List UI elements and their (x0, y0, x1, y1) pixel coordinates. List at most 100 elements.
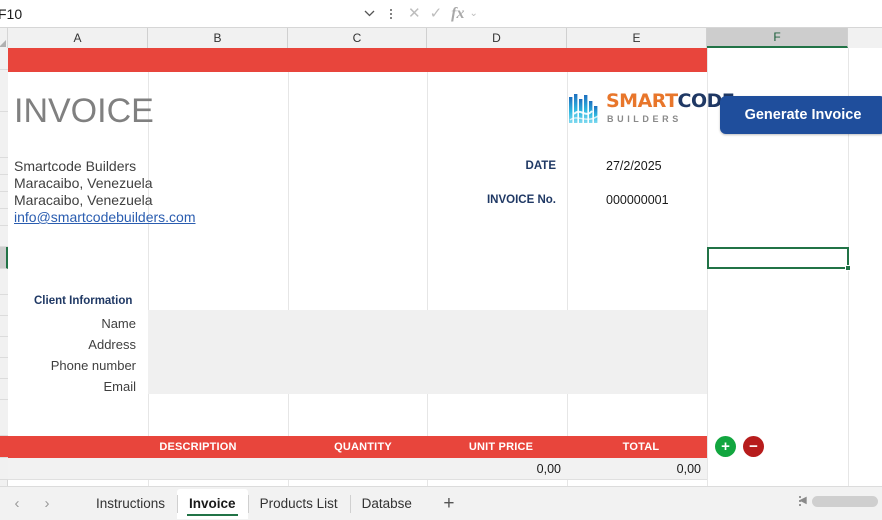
more-options-icon[interactable] (385, 4, 397, 23)
table-row[interactable]: 0,00 0,00 (8, 458, 707, 480)
column-header-total: TOTAL (622, 441, 660, 453)
active-tab-underline (187, 513, 238, 516)
function-icon[interactable]: fx (451, 5, 464, 22)
generate-invoice-button[interactable]: Generate Invoice (720, 96, 882, 134)
column-header-row: A B C D E F (0, 27, 882, 48)
invoice-number-label: INVOICE No. (486, 194, 556, 206)
client-address-label: Address (88, 337, 136, 352)
column-header-description: DESCRIPTION (159, 441, 237, 453)
column-label: A (73, 31, 82, 45)
row-header[interactable] (0, 316, 8, 337)
company-address-line-1: Maracaibo, Venezuela (14, 175, 153, 191)
column-label: C (352, 31, 362, 45)
column-label: E (632, 31, 641, 45)
column-header-c[interactable]: C (288, 28, 427, 48)
horizontal-scrollbar[interactable]: ◀ (799, 495, 878, 507)
cell-total[interactable]: 0,00 (576, 462, 701, 476)
top-accent-band (8, 48, 707, 72)
row-header[interactable] (0, 458, 8, 480)
selected-cell-f10[interactable] (707, 247, 851, 271)
page-title: INVOICE (14, 92, 154, 130)
cancel-icon[interactable]: ✕ (408, 6, 421, 21)
name-box-value: F10 (0, 5, 23, 22)
sheet-canvas[interactable]: INVOICE Smartcode Builders Maracaibo, Ve… (8, 48, 882, 486)
sheet-tab-label: Databse (361, 496, 412, 511)
fill-handle[interactable] (845, 265, 851, 271)
row-header[interactable] (0, 337, 8, 358)
invoice-number-value[interactable]: 000000001 (606, 193, 669, 207)
scroll-left-icon[interactable]: ◀ (799, 495, 807, 506)
chevron-down-icon[interactable] (358, 3, 380, 23)
circuit-logo-icon (569, 94, 599, 123)
sheet-tab-label: Invoice (189, 496, 236, 511)
row-header[interactable] (0, 269, 8, 295)
row-header[interactable] (0, 158, 8, 175)
remove-row-button[interactable]: − (743, 436, 764, 457)
add-sheet-button[interactable]: + (432, 490, 466, 518)
cell-unit-price[interactable]: 0,00 (436, 462, 561, 476)
spreadsheet-app: F10 ✕ ✓ fx ⌄ A B C D E F INVOICE Smartco… (0, 0, 882, 520)
formula-bar: F10 ✕ ✓ fx ⌄ (0, 0, 882, 27)
logo-text-smart: SMART (606, 90, 678, 112)
previous-sheet-icon[interactable]: ‹ (4, 491, 30, 517)
column-header-b[interactable]: B (148, 28, 288, 48)
column-header-f[interactable]: F (707, 28, 848, 48)
name-box[interactable]: F10 (0, 1, 374, 26)
company-logo: SMARTCODE BUILDERS (568, 90, 735, 134)
company-email-link[interactable]: info@smartcodebuilders.com (14, 209, 196, 226)
company-address-block: Smartcode Builders Maracaibo, Venezuela … (14, 158, 196, 226)
column-label: D (492, 31, 501, 45)
client-phone-label: Phone number (50, 358, 136, 373)
column-header-a[interactable]: A (8, 28, 148, 48)
row-header[interactable] (0, 175, 8, 192)
tab-bar-right-controls: ◀ (794, 491, 878, 511)
formula-controls: ✕ ✓ fx ⌄ (402, 1, 484, 26)
row-header[interactable] (0, 295, 8, 316)
add-row-button[interactable]: + (715, 436, 736, 457)
sheet-tab-label: Products List (259, 496, 338, 511)
select-all-corner[interactable] (0, 28, 8, 48)
client-information-heading: Client Information (34, 295, 133, 307)
sheet-tab-databse[interactable]: Databse (349, 489, 424, 519)
items-table-header: DESCRIPTION QUANTITY UNIT PRICE TOTAL (8, 436, 707, 458)
chevron-down-icon[interactable]: ⌄ (469, 8, 477, 19)
date-label: DATE (525, 160, 556, 172)
sheet-tab-instructions[interactable]: Instructions (84, 489, 177, 519)
logo-wordmark: SMARTCODE (606, 90, 735, 112)
date-value[interactable]: 27/2/2025 (606, 159, 662, 173)
sheet-tab-products-list[interactable]: Products List (247, 489, 350, 519)
formula-input[interactable] (490, 1, 882, 26)
generate-invoice-label: Generate Invoice (744, 107, 862, 123)
column-header-unit-price: UNIT PRICE (468, 441, 534, 453)
row-header[interactable] (0, 209, 8, 226)
row-header-selected[interactable] (0, 247, 8, 269)
client-information-input-area[interactable] (148, 310, 707, 394)
column-header-d[interactable]: D (427, 28, 567, 48)
next-sheet-icon[interactable]: › (34, 491, 60, 517)
client-email-label: Email (103, 379, 136, 394)
company-address-line-2: Maracaibo, Venezuela (14, 192, 153, 208)
column-header-g[interactable] (848, 28, 882, 48)
column-label: F (773, 30, 781, 44)
row-header[interactable] (0, 192, 8, 209)
column-header-e[interactable]: E (567, 28, 707, 48)
row-header[interactable] (0, 436, 8, 458)
row-header[interactable] (0, 48, 8, 70)
client-name-label: Name (101, 316, 136, 331)
row-header[interactable] (0, 226, 8, 247)
row-header[interactable] (0, 400, 8, 436)
minus-icon: − (749, 438, 758, 455)
row-header[interactable] (0, 379, 8, 400)
sheet-tab-label: Instructions (96, 496, 166, 511)
confirm-icon[interactable]: ✓ (430, 6, 443, 21)
sheet-tab-bar: ‹ › Instructions Invoice Products List D… (0, 486, 882, 520)
sheet-tab-invoice[interactable]: Invoice (177, 488, 248, 519)
row-header[interactable] (0, 112, 8, 158)
plus-icon: + (721, 438, 730, 455)
column-label: B (213, 31, 222, 45)
plus-icon: + (443, 492, 455, 514)
row-header[interactable] (0, 358, 8, 379)
row-header[interactable] (0, 70, 8, 112)
company-name: Smartcode Builders (14, 158, 137, 174)
row-header-gutter (0, 48, 8, 486)
